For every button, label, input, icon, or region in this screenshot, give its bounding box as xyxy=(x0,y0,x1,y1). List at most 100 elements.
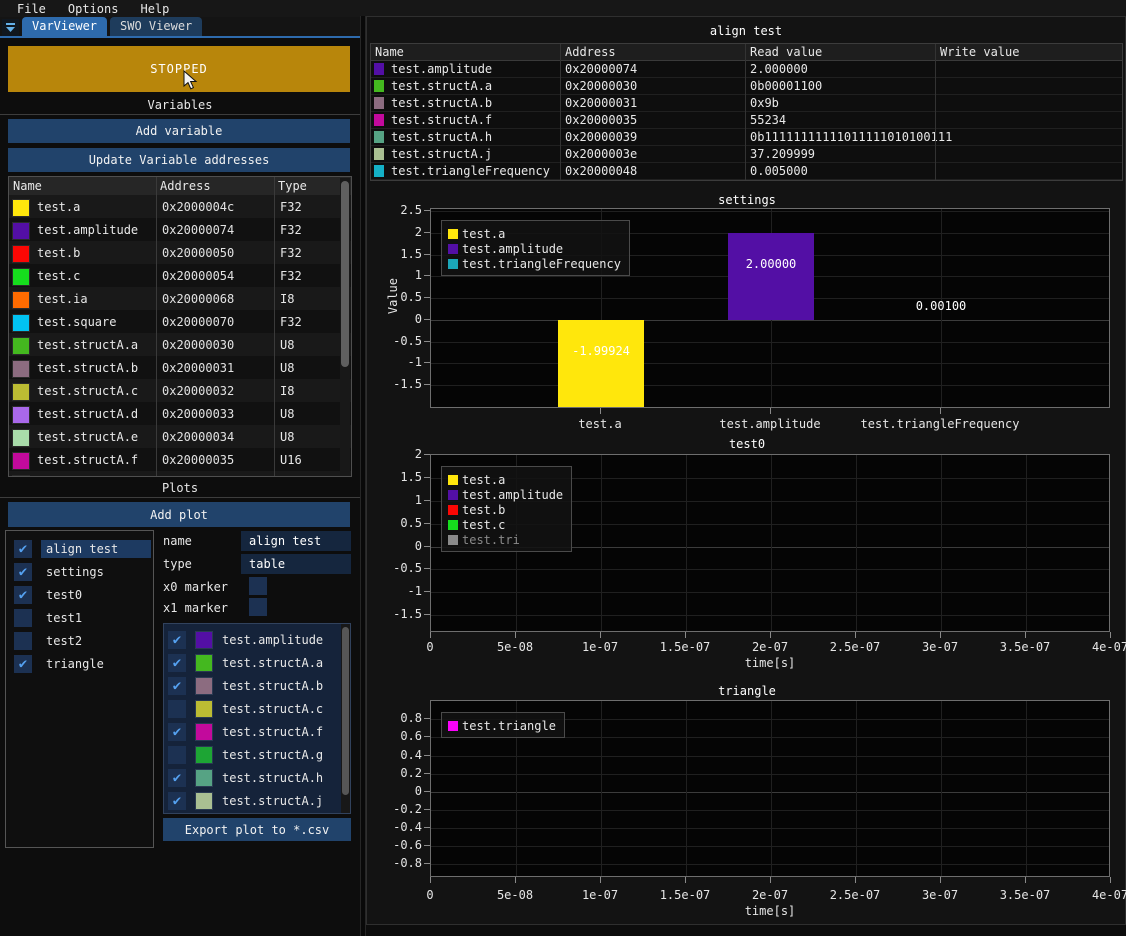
plot-visible-checkbox[interactable]: ✔ xyxy=(14,563,32,581)
legend-swatch xyxy=(448,475,458,485)
plot-list-item-label[interactable]: test2 xyxy=(41,632,151,650)
legend-item[interactable]: test.triangle xyxy=(448,718,556,733)
gridline xyxy=(856,701,857,876)
table-row[interactable]: test.structA.d0x20000033U8 xyxy=(9,402,351,425)
series-visible-checkbox[interactable] xyxy=(168,700,186,718)
plot-list-item[interactable]: test2 xyxy=(6,629,153,652)
table-row[interactable]: test.b0x20000050F32 xyxy=(9,241,351,264)
series-row[interactable]: ✔test.structA.j xyxy=(164,789,350,812)
plot-visible-checkbox[interactable] xyxy=(14,609,32,627)
series-row[interactable]: ✔test.structA.b xyxy=(164,674,350,697)
x-tick-mark xyxy=(685,632,686,638)
plot-name-input[interactable]: align test xyxy=(241,531,351,551)
x-tick-mark xyxy=(685,877,686,883)
variable-type: F32 xyxy=(272,200,302,214)
legend-item[interactable]: test.c xyxy=(448,517,563,532)
plot-list-item-label[interactable]: settings xyxy=(41,563,151,581)
series-row[interactable]: test.structA.c xyxy=(164,697,350,720)
table-row[interactable]: test.amplitude0x20000074F32 xyxy=(9,218,351,241)
table-row[interactable]: test.structA.j0x2000003e37.209999 xyxy=(371,146,1122,163)
table-row[interactable]: test.structA.f0x20000035U16 xyxy=(9,448,351,471)
table-row[interactable]: test.ia0x20000068I8 xyxy=(9,287,351,310)
table-row[interactable]: test.triangleFrequency0x200000480.005000 xyxy=(371,163,1122,180)
series-visible-checkbox[interactable]: ✔ xyxy=(168,631,186,649)
table-row[interactable]: test.structA.f0x2000003555234 xyxy=(371,112,1122,129)
x1-marker-checkbox[interactable] xyxy=(249,598,267,616)
plots-section-header: Plots xyxy=(0,481,360,495)
table-row[interactable]: test.structA.c0x20000032I8 xyxy=(9,379,351,402)
x0-marker-checkbox[interactable] xyxy=(249,577,267,595)
legend-item[interactable]: test.amplitude xyxy=(448,487,563,502)
plot-list-item[interactable]: ✔ triangle xyxy=(6,652,153,675)
plot-type-select[interactable]: table xyxy=(241,554,351,574)
variables-scrollbar-thumb[interactable] xyxy=(341,181,349,367)
legend-item[interactable]: test.a xyxy=(448,472,563,487)
tab-swo-viewer[interactable]: SWO Viewer xyxy=(110,17,202,36)
collapse-tabs-icon[interactable] xyxy=(2,19,19,36)
table-row[interactable]: test.structA.e0x20000034U8 xyxy=(9,425,351,448)
series-visible-checkbox[interactable]: ✔ xyxy=(168,792,186,810)
add-plot-button[interactable]: Add plot xyxy=(8,502,350,527)
menu-file[interactable]: File xyxy=(6,2,57,16)
col-name: Name xyxy=(9,179,152,193)
table-plot-header: Name Address Read value Write value xyxy=(371,44,1122,61)
series-row[interactable]: ✔test.structA.h xyxy=(164,766,350,789)
export-csv-button[interactable]: Export plot to *.csv xyxy=(163,818,351,841)
series-row[interactable]: ✔test.structA.a xyxy=(164,651,350,674)
table-row[interactable]: test.c0x20000054F32 xyxy=(9,264,351,287)
legend-item[interactable]: test.tri xyxy=(448,532,563,547)
variables-table: Name Address Type test.a0x2000004cF32tes… xyxy=(8,176,352,477)
menu-options[interactable]: Options xyxy=(57,2,130,16)
table-row[interactable]: test.structA.a0x20000030U8 xyxy=(9,333,351,356)
x-tick-mark xyxy=(855,877,856,883)
color-swatch xyxy=(374,63,384,75)
series-row[interactable]: test.structA.g xyxy=(164,743,350,766)
series-scrollbar[interactable] xyxy=(341,624,350,813)
series-row[interactable]: ✔test.structA.f xyxy=(164,720,350,743)
table-row[interactable]: test.structA.b0x200000310x9b xyxy=(371,95,1122,112)
table-row[interactable]: test.structA.b0x20000031U8 xyxy=(9,356,351,379)
plot-visible-checkbox[interactable] xyxy=(14,632,32,650)
series-visible-checkbox[interactable]: ✔ xyxy=(168,677,186,695)
series-row[interactable]: ✔ xyxy=(164,812,350,814)
series-visible-checkbox[interactable]: ✔ xyxy=(168,769,186,787)
table-row[interactable]: test.structA.h0x200000390b11111111111011… xyxy=(371,129,1122,146)
plot-visible-checkbox[interactable]: ✔ xyxy=(14,586,32,604)
series-visible-checkbox[interactable]: ✔ xyxy=(168,723,186,741)
variable-name: test.structA.f xyxy=(391,113,492,127)
plot-list-item-label[interactable]: test0 xyxy=(41,586,151,604)
plot-visible-checkbox[interactable]: ✔ xyxy=(14,655,32,673)
plot-list-item-label[interactable]: triangle xyxy=(41,655,151,673)
legend-item[interactable]: test.triangleFrequency xyxy=(448,256,621,271)
acquisition-status-button[interactable]: STOPPED xyxy=(8,46,350,92)
table-row[interactable]: test.square0x20000070F32 xyxy=(9,310,351,333)
color-swatch xyxy=(12,291,30,309)
color-swatch xyxy=(12,360,30,378)
legend-item[interactable]: test.amplitude xyxy=(448,241,621,256)
plot-list-item[interactable]: ✔ align test xyxy=(6,537,153,560)
y-tick-mark xyxy=(424,477,430,478)
y-tick-mark xyxy=(424,254,430,255)
add-variable-button[interactable]: Add variable xyxy=(8,119,350,143)
tab-varviewer[interactable]: VarViewer xyxy=(22,17,107,36)
plot-list-item[interactable]: ✔ settings xyxy=(6,560,153,583)
series-visible-checkbox[interactable]: ✔ xyxy=(168,654,186,672)
plot-list-item[interactable]: test1 xyxy=(6,606,153,629)
variables-scrollbar[interactable] xyxy=(340,178,350,475)
series-row[interactable]: ✔test.amplitude xyxy=(164,628,350,651)
col-type: Type xyxy=(270,179,307,193)
plot-visible-checkbox[interactable]: ✔ xyxy=(14,540,32,558)
plot-list-item-label[interactable]: test1 xyxy=(41,609,151,627)
series-visible-checkbox[interactable] xyxy=(168,746,186,764)
series-scrollbar-thumb[interactable] xyxy=(342,627,349,795)
table-row[interactable]: test.a0x2000004cF32 xyxy=(9,195,351,218)
table-row[interactable]: test.structA.a0x200000300b00001100 xyxy=(371,78,1122,95)
legend-item[interactable]: test.b xyxy=(448,502,563,517)
table-row[interactable]: test.amplitude0x200000742.000000 xyxy=(371,61,1122,78)
plot-list-item-label[interactable]: align test xyxy=(41,540,151,558)
plot-list-item[interactable]: ✔ test0 xyxy=(6,583,153,606)
legend-item[interactable]: test.a xyxy=(448,226,621,241)
update-variable-addresses-button[interactable]: Update Variable addresses xyxy=(8,148,350,172)
menu-help[interactable]: Help xyxy=(129,2,180,16)
table-row[interactable] xyxy=(9,471,351,477)
